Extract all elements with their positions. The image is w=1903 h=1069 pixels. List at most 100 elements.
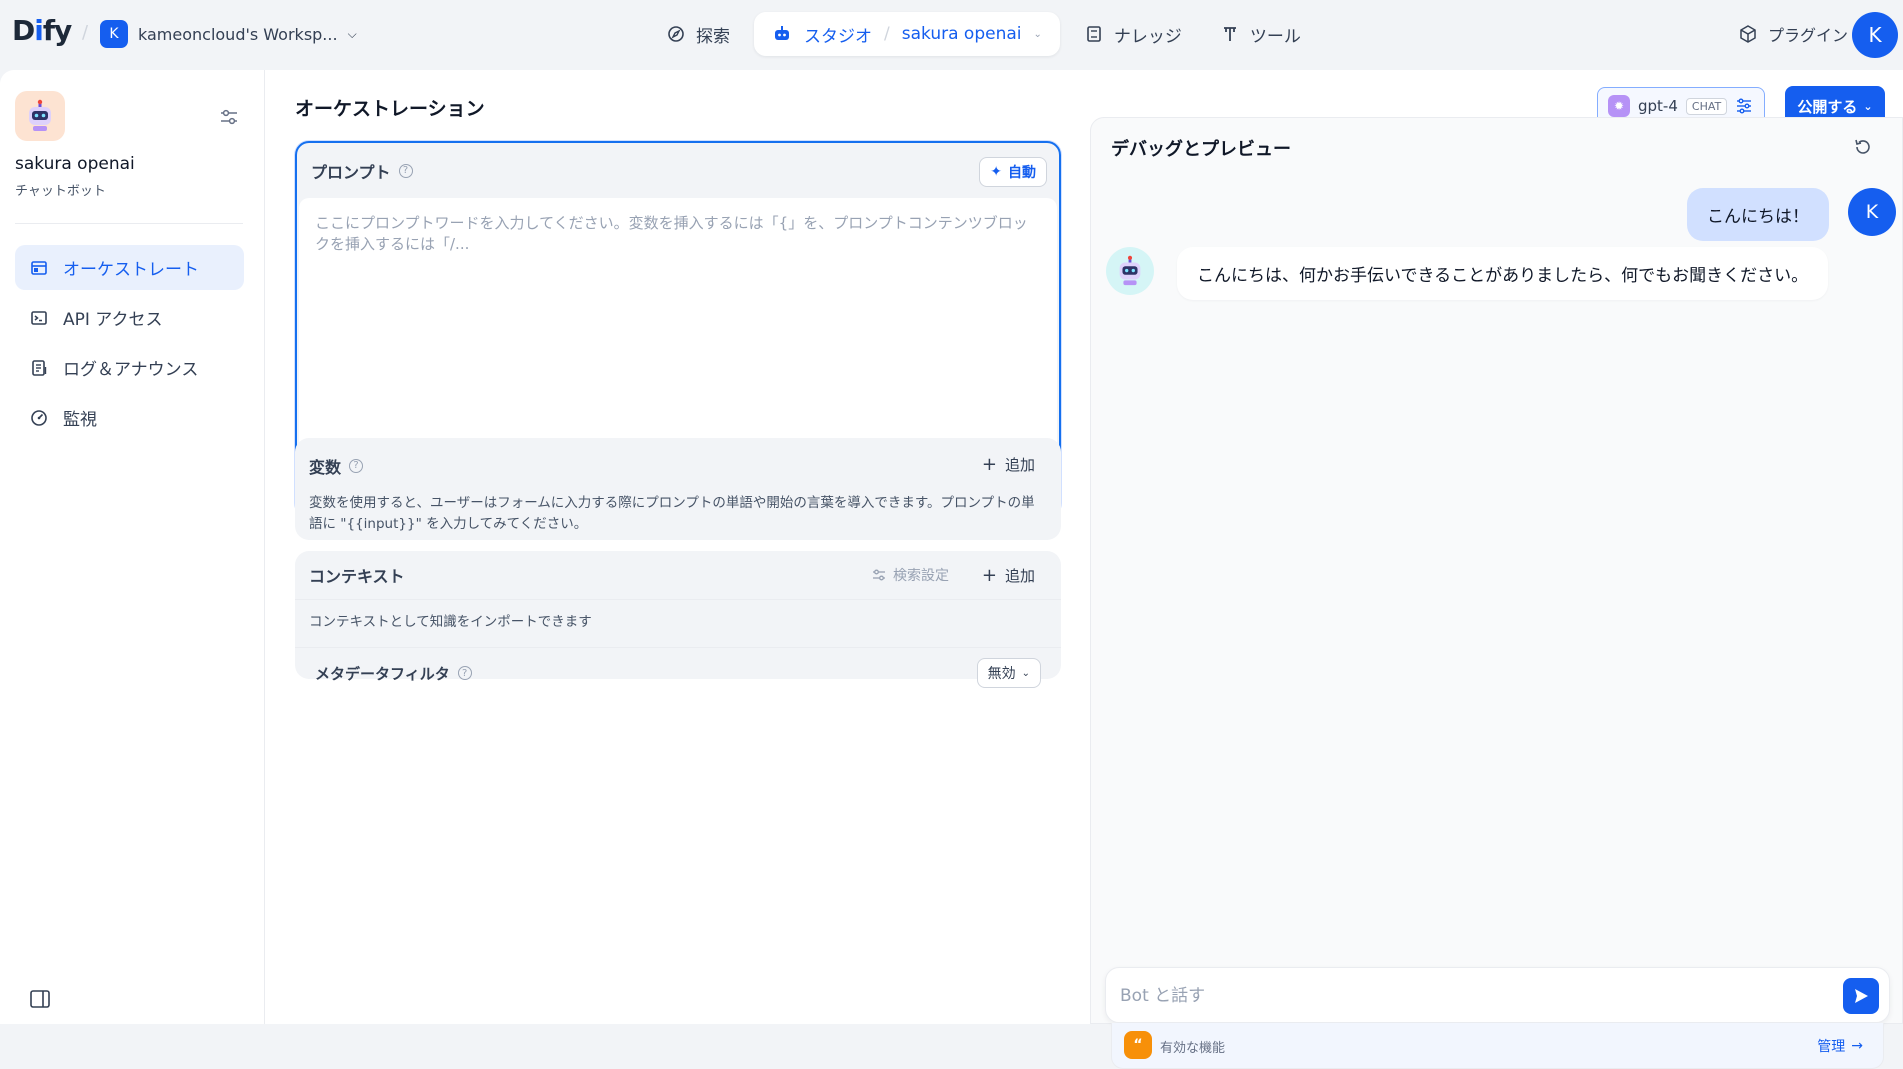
nav-knowledge-label: ナレッジ — [1113, 26, 1182, 47]
chevron-down-icon[interactable]: ⌄ — [1033, 29, 1041, 40]
app-name: sakura openai — [15, 154, 135, 174]
workspace-name: kameoncloud's Worksp... — [138, 24, 338, 44]
context-header: コンテキスト 検索設定 + 追加 — [295, 551, 1061, 599]
sidebar-collapse-icon[interactable] — [29, 988, 51, 1010]
user-avatar[interactable]: K — [1852, 12, 1898, 58]
add-variable-button[interactable]: + 追加 — [982, 454, 1035, 475]
nav-tools[interactable]: ツール — [1206, 12, 1315, 56]
chevron-down-icon: ⌵ — [347, 26, 357, 41]
main-nav: 探索 スタジオ / sakura openai ⌄ ナレッジ ツール — [652, 12, 1315, 56]
help-icon[interactable]: ? — [398, 163, 413, 178]
nav-explore-label: 探索 — [696, 26, 730, 47]
variables-label: 変数 — [309, 457, 342, 477]
sidebar-item-api-access[interactable]: API アクセス — [15, 295, 244, 340]
terminal-icon — [31, 310, 47, 325]
nav-studio-label: スタジオ — [804, 26, 872, 47]
bot-message: こんにちは、何かお手伝いできることがありましたら、何でもお聞きください。 — [1177, 247, 1829, 300]
manage-features-button[interactable]: 管理 → — [1817, 1036, 1863, 1056]
page-title: オーケストレーション — [295, 98, 485, 120]
auto-generate-button[interactable]: ✦ 自動 — [979, 157, 1047, 187]
gauge-icon — [31, 409, 47, 426]
bot-avatar — [1106, 247, 1154, 295]
compass-icon — [668, 26, 684, 42]
robot-avatar-icon — [29, 99, 51, 131]
nav-explore[interactable]: 探索 — [652, 12, 744, 56]
publish-label: 公開する — [1797, 97, 1858, 116]
chevron-down-icon: ⌄ — [1021, 667, 1030, 679]
variables-header: 変数 ? + 追加 — [295, 438, 1061, 493]
context-label: コンテキスト — [309, 567, 405, 586]
sliders-icon — [873, 569, 885, 581]
sidebar: sakura openai チャットボット オーケストレート API アクセス … — [0, 70, 265, 1024]
features-bar: “ 有効な機能 管理 → — [1111, 1023, 1884, 1069]
debug-title: デバッグとプレビュー — [1111, 139, 1291, 160]
variables-panel: 変数 ? + 追加 変数を使用すると、ユーザーはフォームに入力する際にプロンプト… — [295, 438, 1061, 540]
user-message: こんにちは！ — [1687, 188, 1829, 241]
nav-studio[interactable]: スタジオ / sakura openai ⌄ — [754, 12, 1060, 56]
top-bar: Dify / K kameoncloud's Worksp... ⌵ 探索 スタ… — [0, 0, 1903, 70]
layout-icon — [31, 260, 47, 275]
add-variable-label: 追加 — [1004, 456, 1035, 474]
help-icon[interactable]: ? — [349, 458, 364, 473]
model-name: gpt-4 — [1638, 97, 1678, 115]
workspace-badge: K — [100, 20, 128, 48]
prompt-header: プロンプト ? — [297, 143, 1059, 198]
quote-icon: “ — [1124, 1031, 1152, 1059]
sidebar-item-monitoring[interactable]: 監視 — [15, 395, 244, 440]
auto-generate-label: 自動 — [1008, 165, 1036, 181]
app-icon — [15, 91, 65, 141]
add-context-button[interactable]: + 追加 — [982, 565, 1035, 586]
sidebar-item-label: ログ＆アナウンス — [63, 360, 199, 380]
metadata-filter-value: 無効 — [987, 666, 1016, 682]
variables-description: 変数を使用すると、ユーザーはフォームに入力する際にプロンプトの単語や開始の言葉を… — [309, 495, 1035, 532]
sidebar-menu: オーケストレート API アクセス ログ＆アナウンス 監視 — [15, 245, 244, 445]
workspace-switcher[interactable]: K kameoncloud's Worksp... ⌵ — [100, 20, 357, 48]
sidebar-item-label: 監視 — [63, 410, 97, 430]
send-icon — [1855, 989, 1868, 1003]
metadata-filter-label: メタデータフィルタ — [315, 664, 450, 683]
sparkle-icon: ✦ — [990, 164, 1002, 180]
plus-icon: + — [981, 454, 997, 475]
current-app-name[interactable]: sakura openai — [902, 24, 1022, 44]
sliders-icon[interactable] — [218, 106, 240, 128]
nav-knowledge[interactable]: ナレッジ — [1070, 12, 1196, 56]
prompt-label: プロンプト — [311, 162, 391, 182]
robot-icon — [775, 26, 789, 40]
metadata-filter-select[interactable]: 無効 ⌄ — [976, 658, 1041, 688]
search-settings-label: 検索設定 — [893, 568, 949, 584]
debug-preview-panel: デバッグとプレビュー こんにちは！ K こんにちは、何かお手伝いできることがあり… — [1090, 117, 1903, 1069]
robot-avatar-icon — [1119, 255, 1141, 286]
dify-logo[interactable]: Dify — [12, 14, 72, 47]
nav-tools-label: ツール — [1249, 26, 1301, 47]
openai-icon: ✹ — [1608, 95, 1630, 117]
chat-input-box — [1105, 967, 1890, 1023]
sidebar-item-logs[interactable]: ログ＆アナウンス — [15, 345, 244, 390]
chat-input[interactable] — [1120, 982, 1800, 1010]
features-label: 有効な機能 — [1160, 1041, 1226, 1056]
user-avatar: K — [1848, 188, 1896, 236]
app-type: チャットボット — [15, 184, 106, 199]
book-icon — [1087, 26, 1101, 42]
model-mode-badge: CHAT — [1685, 97, 1728, 115]
tool-icon — [1223, 27, 1236, 41]
context-description: コンテキストとして知識をインポートできます — [309, 614, 592, 630]
sidebar-item-label: API アクセス — [63, 310, 163, 330]
metadata-filter-row: メタデータフィルタ ? 無効 ⌄ — [295, 648, 1061, 698]
arrow-right-icon: → — [1851, 1038, 1863, 1054]
sidebar-item-label: オーケストレート — [63, 260, 199, 280]
sidebar-item-orchestrate[interactable]: オーケストレート — [15, 245, 244, 290]
cube-icon — [1740, 25, 1756, 43]
refresh-icon[interactable] — [1852, 136, 1874, 158]
prompt-textarea[interactable] — [299, 198, 1057, 468]
log-icon — [32, 359, 47, 376]
send-button[interactable] — [1843, 978, 1879, 1014]
sidebar-divider — [15, 223, 243, 224]
sliders-icon — [1737, 98, 1752, 114]
plugins-label: プラグイン — [1768, 26, 1849, 45]
chevron-down-icon: ⌄ — [1863, 99, 1873, 113]
plugins-button[interactable]: プラグイン — [1738, 22, 1848, 46]
help-icon[interactable]: ? — [457, 666, 472, 680]
breadcrumb-separator: / — [82, 22, 89, 43]
search-settings-button[interactable]: 検索設定 — [871, 565, 949, 585]
nav-separator: / — [884, 24, 890, 44]
